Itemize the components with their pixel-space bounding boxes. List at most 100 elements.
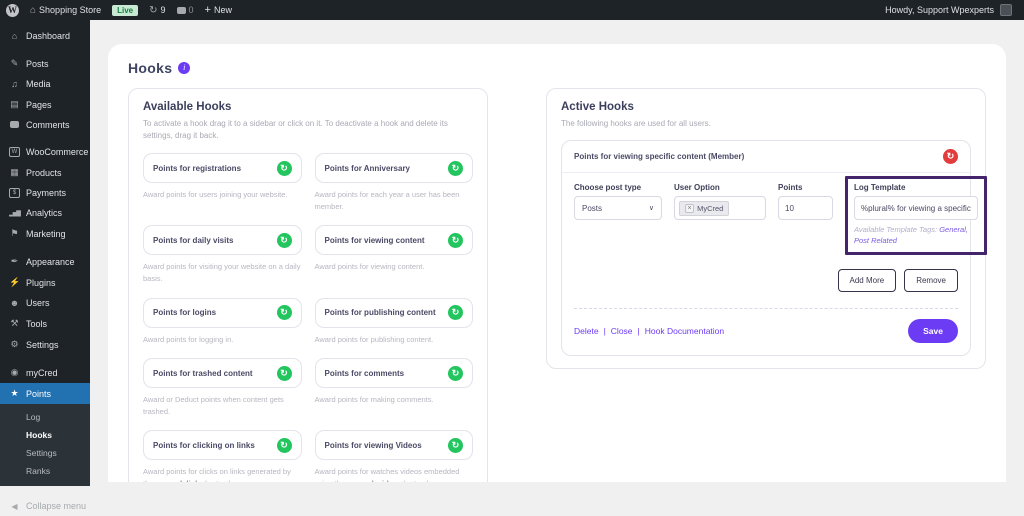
remove-chip-icon[interactable]: × — [685, 204, 694, 213]
log-template-input[interactable] — [854, 196, 978, 220]
pages-icon: ▤ — [9, 99, 20, 110]
points-input[interactable] — [778, 196, 833, 220]
sidebar-item-products[interactable]: ▦ Products — [0, 162, 90, 183]
separator: | — [638, 326, 640, 336]
sidebar-item-points-settings[interactable]: Settings — [0, 444, 90, 462]
settings-icon: ⚙ — [9, 339, 20, 350]
hook-card-title: Points for Anniversary — [325, 164, 411, 173]
available-hook-anniversary: Points for Anniversary ↻ Award points fo… — [315, 153, 474, 212]
sidebar-item-mycred[interactable]: ◉ myCred — [0, 362, 90, 383]
collapse-menu-button[interactable]: ◀ Collapse menu — [0, 496, 90, 516]
deactivate-arrow-icon[interactable]: ↻ — [943, 149, 958, 164]
available-hook-viewing-videos: Points for viewing Videos ↻ Award points… — [315, 430, 474, 482]
sidebar-item-log[interactable]: Log — [0, 408, 90, 426]
star-icon: ★ — [9, 388, 20, 399]
hook-description: Award points for making comments. — [315, 394, 474, 406]
wordpress-logo-icon[interactable]: W — [6, 4, 19, 17]
remove-button[interactable]: Remove — [904, 269, 958, 292]
post-type-value: Posts — [582, 204, 602, 213]
comments-bubble-icon — [9, 120, 20, 130]
appearance-icon: ✒ — [9, 256, 20, 267]
hook-card[interactable]: Points for viewing Videos ↻ — [315, 430, 474, 460]
hook-card-title: Points for viewing Videos — [325, 441, 422, 450]
save-button[interactable]: Save — [908, 319, 958, 343]
user-option-input[interactable]: × MyCred — [674, 196, 766, 220]
hook-description: Award or Deduct points when content gets… — [143, 394, 302, 417]
available-hook-viewing-content: Points for viewing content ↻ Award point… — [315, 225, 474, 284]
hook-card[interactable]: Points for clicking on links ↻ — [143, 430, 302, 460]
hook-card[interactable]: Points for logins ↻ — [143, 298, 302, 328]
activate-arrow-icon[interactable]: ↻ — [277, 366, 292, 381]
hook-card-title: Points for logins — [153, 308, 216, 317]
activate-arrow-icon[interactable]: ↻ — [448, 161, 463, 176]
hook-description: Award points for users joining your webs… — [143, 189, 302, 201]
activate-arrow-icon[interactable]: ↻ — [448, 366, 463, 381]
sidebar-item-tools[interactable]: ⚒ Tools — [0, 313, 90, 334]
sidebar-item-label: Plugins — [26, 278, 56, 288]
sidebar-item-ranks[interactable]: Ranks — [0, 462, 90, 480]
updates-menu[interactable]: ↻ 9 — [149, 5, 165, 16]
sidebar-item-hooks[interactable]: Hooks — [0, 426, 90, 444]
close-link[interactable]: Close — [611, 326, 633, 336]
activate-arrow-icon[interactable]: ↻ — [448, 438, 463, 453]
sidebar-item-woocommerce[interactable]: W WooCommerce — [0, 142, 90, 162]
activate-arrow-icon[interactable]: ↻ — [277, 233, 292, 248]
sidebar-item-dashboard[interactable]: ⌂ Dashboard — [0, 26, 90, 46]
sidebar-item-media[interactable]: ♫ Media — [0, 74, 90, 94]
info-icon[interactable]: i — [178, 62, 190, 74]
hook-card[interactable]: Points for Anniversary ↻ — [315, 153, 474, 183]
sidebar-item-label: Media — [26, 79, 51, 89]
activate-arrow-icon[interactable]: ↻ — [277, 305, 292, 320]
sidebar-item-label: Posts — [26, 59, 49, 69]
plus-icon: + — [205, 4, 211, 16]
sidebar-item-marketing[interactable]: ⚑ Marketing — [0, 223, 90, 244]
hook-card[interactable]: Points for registrations ↻ — [143, 153, 302, 183]
updates-count: 9 — [161, 5, 166, 15]
hook-description: Award points for watches videos embedded… — [315, 466, 474, 482]
available-hook-registrations: Points for registrations ↻ Award points … — [143, 153, 302, 212]
hook-card[interactable]: Points for daily visits ↻ — [143, 225, 302, 255]
sidebar-item-comments[interactable]: Comments — [0, 115, 90, 135]
new-menu[interactable]: + New — [205, 4, 232, 16]
sidebar-item-users[interactable]: ☻ Users — [0, 293, 90, 313]
mycred-chip[interactable]: × MyCred — [679, 201, 729, 216]
sidebar-item-label: Appearance — [26, 257, 75, 267]
sidebar-item-pages[interactable]: ▤ Pages — [0, 94, 90, 115]
delete-link[interactable]: Delete — [574, 326, 599, 336]
account-menu[interactable]: Howdy, Support Wpexperts — [885, 4, 1012, 16]
active-hook-title: Points for viewing specific content (Mem… — [574, 152, 744, 161]
mycred-icon: ◉ — [9, 367, 20, 378]
sidebar-item-points[interactable]: ★ Points — [0, 383, 90, 404]
post-type-select[interactable]: Posts ∨ — [574, 196, 662, 220]
activate-arrow-icon[interactable]: ↻ — [448, 233, 463, 248]
sidebar-item-label: Dashboard — [26, 31, 70, 41]
sidebar-item-posts[interactable]: ✎ Posts — [0, 53, 90, 74]
sidebar-item-plugins[interactable]: ⚡ Plugins — [0, 272, 90, 293]
posts-icon: ✎ — [9, 58, 20, 69]
add-more-button[interactable]: Add More — [838, 269, 897, 292]
page-title: Hooks — [128, 60, 172, 76]
comments-menu[interactable]: 0 — [177, 5, 194, 15]
active-hook-header[interactable]: Points for viewing specific content (Mem… — [562, 141, 970, 173]
hook-description: Award points for clicks on links generat… — [143, 466, 302, 482]
sidebar-item-payments[interactable]: $ Payments — [0, 183, 90, 203]
sidebar-item-label: Marketing — [26, 229, 66, 239]
hook-card[interactable]: Points for viewing content ↻ — [315, 225, 474, 255]
avatar — [1000, 4, 1012, 16]
sidebar-item-analytics[interactable]: ▂▅▇ Analytics — [0, 203, 90, 223]
activate-arrow-icon[interactable]: ↻ — [277, 161, 292, 176]
hook-documentation-link[interactable]: Hook Documentation — [645, 326, 724, 336]
activate-arrow-icon[interactable]: ↻ — [277, 438, 292, 453]
hook-card-title: Points for clicking on links — [153, 441, 255, 450]
hook-card[interactable]: Points for comments ↻ — [315, 358, 474, 388]
dashboard-icon: ⌂ — [9, 31, 20, 41]
site-menu[interactable]: ⌂ Shopping Store — [30, 5, 101, 16]
activate-arrow-icon[interactable]: ↻ — [448, 305, 463, 320]
chip-label: MyCred — [697, 204, 723, 213]
sidebar-item-label: Pages — [26, 100, 52, 110]
sidebar-item-appearance[interactable]: ✒ Appearance — [0, 251, 90, 272]
hook-card[interactable]: Points for trashed content ↻ — [143, 358, 302, 388]
hook-card[interactable]: Points for publishing content ↻ — [315, 298, 474, 328]
sidebar-item-settings[interactable]: ⚙ Settings — [0, 334, 90, 355]
sidebar-item-label: myCred — [26, 368, 58, 378]
